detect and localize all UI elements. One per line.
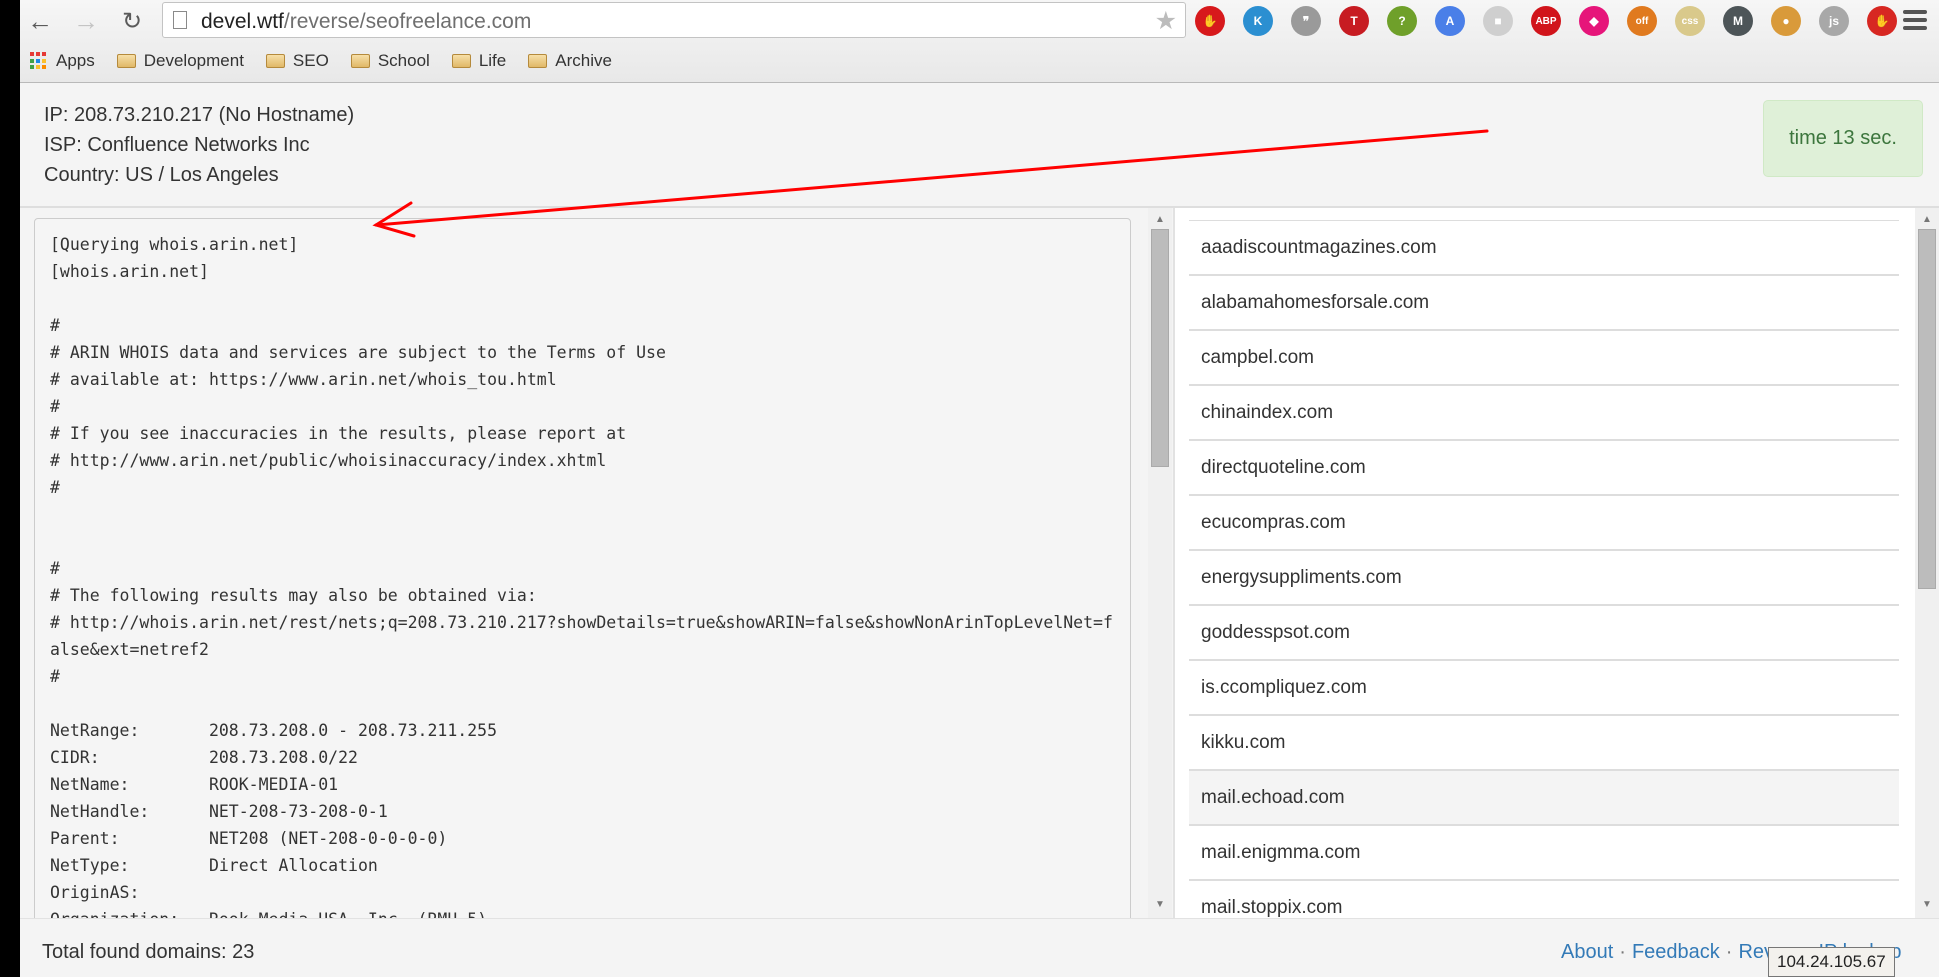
isp-line: ISP: Confluence Networks Inc (44, 134, 310, 156)
whois-output: [Querying whois.arin.net] [whois.arin.ne… (34, 218, 1131, 938)
apps-icon (30, 52, 48, 70)
domain-item[interactable]: mail.enigmma.com (1189, 826, 1899, 881)
whois-scrollbar[interactable]: ▲ ▼ (1148, 208, 1172, 918)
domain-item[interactable]: is.ccompliquez.com (1189, 661, 1899, 716)
domain-item[interactable]: kikku.com (1189, 716, 1899, 771)
quote-icon[interactable]: ❞ (1291, 6, 1321, 36)
js-icon[interactable]: js (1819, 6, 1849, 36)
folder-icon (265, 54, 285, 68)
whois-text: [Querying whois.arin.net] [whois.arin.ne… (50, 235, 1113, 929)
scroll-down-icon[interactable]: ▼ (1148, 895, 1172, 913)
scroll-down-icon[interactable]: ▼ (1915, 895, 1939, 913)
css-icon[interactable]: css (1675, 6, 1705, 36)
bookmark-label: Development (143, 51, 244, 70)
total-domains: Total found domains: 23 (42, 941, 255, 963)
magnifier-help-icon[interactable]: ? (1387, 6, 1417, 36)
url-text[interactable]: devel.wtf/reverse/seofreelance.com (201, 10, 531, 34)
abp-icon[interactable]: ABP (1531, 6, 1561, 36)
m-icon[interactable]: M (1723, 6, 1753, 36)
kei-icon[interactable]: K (1243, 6, 1273, 36)
address-bar[interactable]: devel.wtf/reverse/seofreelance.com ★ (162, 2, 1186, 38)
folder-icon (350, 54, 370, 68)
bookmark-label: Apps (56, 51, 95, 70)
about-link[interactable]: About (1561, 941, 1613, 963)
browser-window: ← → ↻ devel.wtf/reverse/seofreelance.com… (20, 0, 1939, 977)
bookmark-seo[interactable]: SEO (265, 51, 329, 71)
scrollbar-thumb[interactable] (1918, 229, 1936, 589)
domain-item[interactable]: mail.echoad.com (1189, 771, 1899, 826)
feedback-link[interactable]: Feedback (1632, 941, 1720, 963)
url-path: /reverse/seofreelance.com (283, 10, 532, 33)
domain-list: aaadiscountmagazines.com alabamahomesfors… (1189, 220, 1899, 918)
back-icon[interactable]: ← (24, 5, 56, 37)
translate-icon[interactable]: A (1435, 6, 1465, 36)
scroll-up-icon[interactable]: ▲ (1148, 210, 1172, 228)
folder-icon (116, 54, 136, 68)
country-line: Country: US / Los Angeles (44, 164, 279, 186)
domain-item[interactable]: campbel.com (1189, 331, 1899, 386)
bookmark-label: SEO (292, 51, 329, 70)
time-badge: time 13 sec. (1763, 100, 1923, 177)
bookmark-school[interactable]: School (350, 51, 430, 71)
scroll-up-icon[interactable]: ▲ (1915, 210, 1939, 228)
separator: · (1725, 941, 1733, 963)
domain-item[interactable]: directquoteline.com (1189, 441, 1899, 496)
domains-scrollbar[interactable]: ▲ ▼ (1915, 208, 1939, 918)
footer: Total found domains: 23 About·Feedback·R… (20, 918, 1939, 977)
adblock-hand-icon[interactable]: ✋ (1195, 6, 1225, 36)
bookmark-development[interactable]: Development (116, 51, 244, 71)
stop-hand-icon[interactable]: ✋ (1867, 6, 1897, 36)
page-icon (173, 11, 187, 29)
bookmark-label: Life (478, 51, 507, 70)
whois-panel: [Querying whois.arin.net] [whois.arin.ne… (20, 208, 1172, 938)
bookmark-star-icon[interactable]: ★ (1155, 6, 1177, 36)
domain-item[interactable]: ecucompras.com (1189, 496, 1899, 551)
tooltip: 104.24.105.67 (1768, 947, 1895, 977)
chrome-menu-icon[interactable] (1903, 10, 1927, 30)
domain-item[interactable]: aaadiscountmagazines.com (1189, 221, 1899, 276)
domains-panel: aaadiscountmagazines.com alabamahomesfors… (1173, 208, 1939, 918)
domain-item[interactable]: goddesspsot.com (1189, 606, 1899, 661)
bookmark-apps[interactable]: Apps (30, 51, 95, 71)
domain-item[interactable]: energysuppliments.com (1189, 551, 1899, 606)
folder-icon (451, 54, 471, 68)
browser-toolbar: ← → ↻ devel.wtf/reverse/seofreelance.com… (20, 0, 1939, 83)
ip-info: IP: 208.73.210.217 (No Hostname) ISP: Co… (44, 100, 354, 190)
bookmark-archive[interactable]: Archive (528, 51, 612, 71)
extension-icons: ✋ K ❞ T? A ■ ABP ◆ off css M ● js ✋ (1195, 4, 1915, 38)
bookmarks-bar: Apps Development SEO School Life Archive (30, 48, 634, 74)
separator: · (1619, 941, 1626, 963)
scrollbar-thumb[interactable] (1151, 229, 1169, 467)
domain-item[interactable]: alabamahomesforsale.com (1189, 276, 1899, 331)
record-icon[interactable]: ■ (1483, 6, 1513, 36)
url-host: devel.wtf (201, 10, 284, 33)
t-icon[interactable]: T (1339, 6, 1369, 36)
colorpicker-icon[interactable]: ◆ (1579, 6, 1609, 36)
domain-item[interactable]: chinaindex.com (1189, 386, 1899, 441)
bookmark-label: Archive (555, 51, 612, 70)
ghost-off-icon[interactable]: off (1627, 6, 1657, 36)
domain-item[interactable]: mail.stoppix.com (1189, 881, 1899, 918)
bookmark-life[interactable]: Life (451, 51, 507, 71)
bookmark-label: School (377, 51, 430, 70)
reload-icon[interactable]: ↻ (116, 5, 148, 37)
folder-icon (528, 54, 548, 68)
cookie-icon[interactable]: ● (1771, 6, 1801, 36)
ip-line: IP: 208.73.210.217 (No Hostname) (44, 104, 355, 126)
forward-icon[interactable]: → (70, 5, 102, 37)
